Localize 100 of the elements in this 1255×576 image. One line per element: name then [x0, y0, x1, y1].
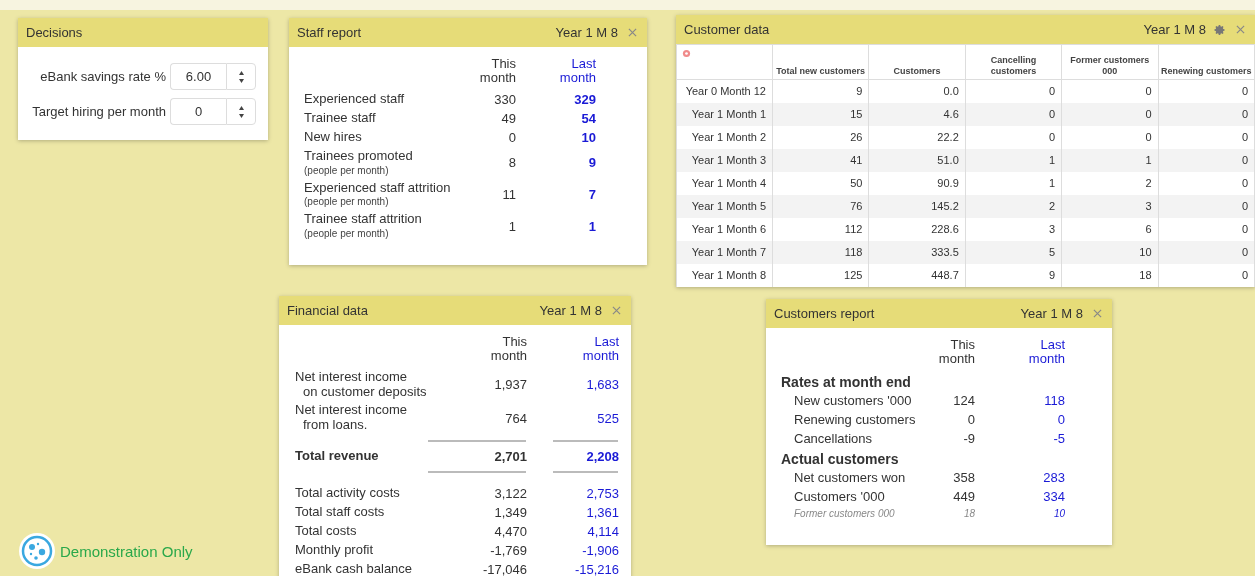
- panel-title: Customers report: [774, 306, 876, 321]
- row-label: Net customers won: [794, 469, 906, 485]
- table-cell: 0: [1241, 108, 1248, 120]
- row-label: Year 1 Month 1: [691, 108, 766, 120]
- last-month-value: 0: [1057, 411, 1065, 427]
- settings-icon[interactable]: [1214, 23, 1226, 36]
- table-cell: 0: [1145, 85, 1152, 97]
- table-cell: 112: [844, 223, 863, 235]
- number-field[interactable]: 0: [170, 98, 226, 125]
- last-month-value: 1,683: [585, 377, 619, 393]
- last-month-value: 1,361: [585, 505, 619, 521]
- row-label: Net interest income on customer deposits: [295, 369, 427, 400]
- table-cell: 2: [1145, 177, 1152, 189]
- last-month-value: -1,906: [581, 543, 619, 559]
- row-label: Year 1 Month 7: [691, 246, 766, 258]
- row-label: Former customers 000: [794, 507, 895, 519]
- last-month-value: 2,753: [585, 486, 619, 502]
- table-cell: 0: [1241, 177, 1248, 189]
- column-header: Cancelling customers: [990, 55, 1037, 77]
- close-button[interactable]: [1234, 25, 1247, 34]
- section-heading: Actual customers: [781, 450, 899, 467]
- close-button[interactable]: [1091, 309, 1104, 318]
- column-header: This month: [938, 338, 975, 367]
- row-note: (people per month): [304, 195, 390, 209]
- column-header: Last month: [1028, 338, 1065, 367]
- table-cell: 0: [1241, 246, 1248, 258]
- last-month-value: 9: [587, 155, 596, 171]
- table-cell: 0: [1241, 269, 1248, 281]
- row-note: (people per month): [304, 227, 390, 241]
- last-month-value: 10: [580, 129, 596, 145]
- table-cell: 6: [1145, 223, 1152, 235]
- field-label: Target hiring per month: [32, 104, 166, 119]
- last-month-value: 1: [587, 218, 596, 234]
- table-cell: 0: [1049, 108, 1056, 120]
- row-label: New hires: [304, 129, 363, 145]
- table-cell: 4.6: [943, 108, 959, 120]
- table-cell: 50: [850, 177, 863, 189]
- table-cell: 51.0: [937, 154, 959, 166]
- row-label: Year 1 Month 4: [691, 177, 766, 189]
- row-label: eBank cash balance: [295, 562, 414, 576]
- table-cell: 118: [844, 246, 863, 258]
- table-cell: 0: [1241, 223, 1248, 235]
- table-cell: 333.5: [931, 246, 959, 258]
- row-label: Year 1 Month 6: [691, 223, 766, 235]
- close-button[interactable]: [610, 306, 623, 315]
- period-label: Year 1 M 8: [1143, 22, 1206, 37]
- this-month-value: 18: [963, 507, 975, 519]
- table-cell: 2: [1049, 200, 1056, 212]
- panel-title: Financial data: [287, 303, 369, 318]
- last-month-value: 7: [587, 187, 596, 202]
- table-cell: 22.2: [937, 131, 959, 143]
- this-month-value: 0: [967, 411, 975, 427]
- row-label: Trainee staff: [304, 110, 377, 126]
- this-month-value: 764: [504, 410, 527, 426]
- this-month-value: 1,937: [493, 377, 527, 393]
- row-label: Total activity costs: [295, 486, 401, 502]
- panel-title: Decisions: [26, 25, 84, 40]
- row-label: Year 1 Month 2: [691, 131, 766, 143]
- column-header: Last month: [582, 335, 619, 364]
- last-month-value: 525: [596, 410, 619, 426]
- stepper-icon[interactable]: [226, 63, 256, 90]
- table-cell: 76: [850, 200, 863, 212]
- this-month-value: -17,046: [481, 562, 527, 576]
- table-cell: 18: [1139, 269, 1152, 281]
- last-month-value: 4,114: [586, 524, 619, 540]
- row-label: Cancellations: [794, 430, 873, 446]
- this-month-value: -9: [963, 430, 975, 446]
- close-button[interactable]: [626, 28, 639, 37]
- this-month-value: 0: [507, 129, 516, 145]
- table-cell: 0: [1145, 108, 1152, 120]
- row-label: Customers '000: [794, 488, 885, 504]
- row-label: Net interest income from loans.: [295, 403, 408, 434]
- field-label: eBank savings rate %: [40, 69, 166, 84]
- column-header: Last month: [559, 57, 596, 86]
- row-label: Year 1 Month 5: [691, 200, 766, 212]
- table-cell: 10: [1139, 246, 1152, 258]
- this-month-value: 124: [953, 392, 975, 408]
- panel-title: Staff report: [297, 25, 363, 40]
- stepper-icon[interactable]: [226, 98, 256, 125]
- this-month-value: 1,349: [493, 505, 527, 521]
- this-month-value: 358: [953, 469, 975, 485]
- settings-icon[interactable]: [682, 49, 691, 58]
- table-cell: 3: [1145, 200, 1152, 212]
- column-header: Former customers 000: [1070, 55, 1150, 77]
- table-cell: 3: [1049, 223, 1056, 235]
- table-cell: 125: [844, 269, 863, 281]
- table-cell: 90.9: [937, 177, 959, 189]
- table-cell: 0: [1049, 131, 1056, 143]
- table-cell: 1: [1145, 154, 1152, 166]
- number-field[interactable]: 6.00: [170, 63, 226, 90]
- table-cell: 0: [1241, 85, 1248, 97]
- last-month-value: 118: [1044, 392, 1065, 408]
- row-note: (people per month): [304, 163, 390, 177]
- table-cell: 0: [1145, 131, 1152, 143]
- row-label: Year 1 Month 8: [691, 269, 766, 281]
- this-month-value: 49: [500, 110, 516, 126]
- table-cell: 0.0: [943, 85, 959, 97]
- column-header: Renewing customers: [1161, 66, 1252, 77]
- table-cell: 41: [850, 154, 863, 166]
- this-month-value: -1,769: [489, 543, 527, 559]
